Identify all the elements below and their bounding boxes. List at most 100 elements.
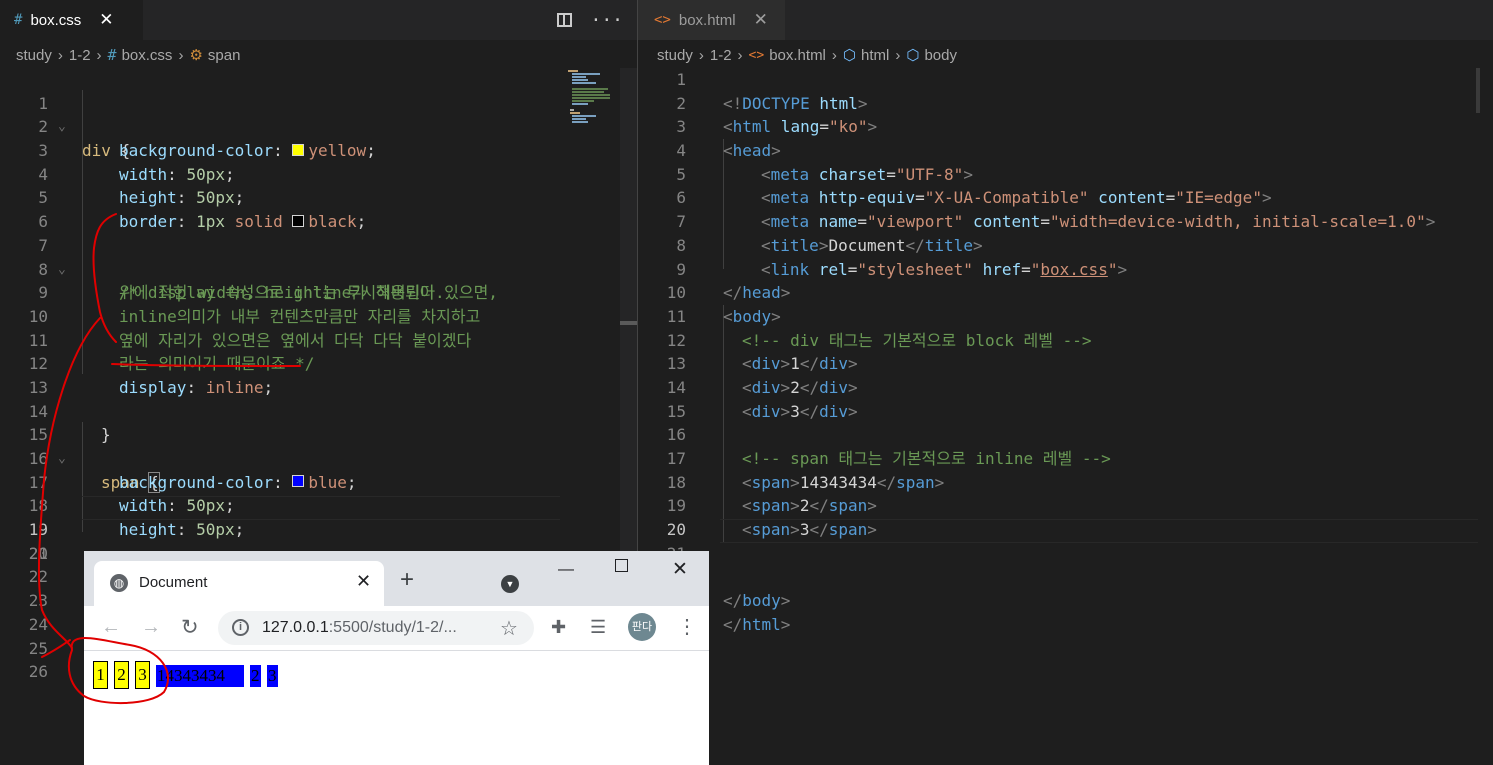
line-number: 18: [666, 472, 686, 492]
chevron-right-icon: ›: [698, 46, 704, 64]
code-line: 19 <span>3</span>: [638, 494, 1493, 539]
code-line: 12 <div>1</div>: [638, 329, 1493, 374]
globe-icon: ◍: [110, 574, 128, 592]
line-number: 24: [28, 614, 48, 634]
code-line: 15: [638, 400, 1493, 424]
tab-box-html[interactable]: <> box.html ✕: [638, 0, 785, 40]
close-icon[interactable]: ✕: [99, 10, 113, 30]
site-info-icon[interactable]: i: [232, 619, 249, 636]
forward-arrow-icon[interactable]: →: [141, 616, 161, 639]
extensions-puzzle-icon[interactable]: ✚: [551, 617, 566, 638]
breadcrumb-item[interactable]: study: [16, 47, 52, 64]
more-actions-icon[interactable]: ···: [590, 10, 623, 31]
minimize-icon[interactable]: —: [558, 561, 574, 579]
span-box: 3: [267, 665, 278, 687]
scrollbar-thumb[interactable]: [620, 321, 637, 325]
media-queue-icon[interactable]: ☰: [590, 617, 606, 638]
line-number: 20: [666, 520, 686, 540]
code-line: 2 <html lang="ko">: [638, 92, 1493, 137]
breadcrumb-item[interactable]: 1-2: [69, 47, 91, 64]
avatar[interactable]: 판다: [628, 613, 656, 641]
close-icon[interactable]: ✕: [754, 10, 768, 30]
split-editor-icon[interactable]: [557, 13, 573, 27]
chevron-right-icon: ›: [57, 46, 63, 64]
span-box: 2: [250, 665, 261, 687]
line-number: 13: [666, 354, 686, 374]
breadcrumb-item[interactable]: span: [208, 47, 241, 64]
browser-tab[interactable]: ◍ Document ✕: [94, 561, 384, 606]
code-line: 14 <div>3</div>: [638, 376, 1493, 421]
code-line: </body>: [723, 591, 791, 611]
code-line: 17 width: 50px;: [0, 447, 637, 516]
code-line: 18 height: 50px;: [0, 471, 637, 539]
code-line: 6 <meta name="viewport" content="width=d…: [638, 186, 1493, 231]
code-line: 3 width: 50px;: [0, 115, 637, 184]
line-number: 4: [676, 141, 686, 161]
span-box: 14343434: [156, 665, 244, 687]
line-number: 8: [676, 235, 686, 255]
code-area[interactable]: 1 <!DOCTYPE html> 2 <html lang="ko"> 3 <…: [638, 68, 1493, 634]
code-line: 9 </head>: [638, 258, 1493, 303]
line-number: 10: [666, 283, 686, 303]
browser-window: ◍ Document ✕ + ▼ — ✕ ← → ↻ i 127.0.0.1:5…: [84, 551, 709, 765]
line-number: 22: [28, 567, 48, 587]
close-window-icon[interactable]: ✕: [672, 558, 688, 581]
new-tab-button[interactable]: +: [400, 568, 414, 592]
tab-box-css[interactable]: # box.css ✕: [0, 0, 143, 40]
code-line: 20: [638, 518, 1493, 542]
maximize-icon[interactable]: [615, 559, 628, 572]
line-number: 21: [28, 543, 48, 563]
tab-label: box.css: [30, 11, 82, 29]
reload-icon[interactable]: ↻: [181, 615, 199, 640]
code-line: 13 <div>2</div>: [638, 352, 1493, 397]
minimap[interactable]: [560, 68, 622, 548]
code-line: 5 <meta http-equiv="X-UA-Compatible" con…: [638, 163, 1493, 208]
symbol-selector-icon: ⚙: [189, 47, 203, 64]
editor-actions: ···: [557, 0, 623, 40]
close-tab-icon[interactable]: ✕: [356, 571, 371, 592]
chevron-right-icon: ›: [831, 46, 837, 64]
line-number: 9: [676, 259, 686, 279]
html-file-icon: <>: [748, 47, 765, 63]
line-number: 7: [676, 212, 686, 232]
code-line: 7 ⌄ /* display 속성으로 inline가 적용되어 있으면,: [0, 210, 637, 302]
symbol-element-icon: ⬡: [906, 47, 920, 64]
code-line: 8 <link rel="stylesheet" href="box.css">: [638, 234, 1493, 279]
code-line: 13: [0, 352, 637, 397]
code-line: 17 <span>14343434</span>: [638, 447, 1493, 492]
code-line: 16 background-color: blue;: [0, 423, 637, 492]
breadcrumb-item[interactable]: html: [861, 47, 889, 64]
div-box: 1: [93, 661, 108, 689]
code-line: </html>: [723, 614, 791, 634]
chevron-right-icon: ›: [178, 46, 184, 64]
code-line: 2 background-color: yellow;: [0, 92, 637, 160]
chevron-right-icon: ›: [895, 46, 901, 64]
browser-toolbar: ← → ↻ i 127.0.0.1:5500/study/1-2/... ☆ ✚…: [84, 606, 709, 651]
menu-dots-icon[interactable]: ⋮: [677, 614, 697, 639]
browser-tab-title: Document: [139, 574, 208, 591]
html-editor-pane: <> box.html ✕ study › 1-2 › <> box.html …: [638, 0, 1493, 765]
breadcrumb-item[interactable]: box.html: [769, 47, 826, 64]
breadcrumb-item[interactable]: 1-2: [710, 47, 732, 64]
code-line: 20 }: [0, 518, 637, 591]
tab-label: box.html: [678, 11, 736, 29]
tab-search-icon[interactable]: ▼: [501, 575, 519, 593]
line-number: 25: [28, 638, 48, 658]
code-line: 1 <!DOCTYPE html>: [638, 68, 1493, 113]
code-line: 14 }: [0, 376, 637, 445]
breadcrumb-item[interactable]: study: [657, 47, 693, 64]
line-number: 11: [666, 306, 686, 326]
div-box: 3: [135, 661, 150, 689]
back-arrow-icon[interactable]: ←: [101, 616, 121, 639]
minimap[interactable]: [1476, 68, 1480, 113]
page-content: 1 2 3 14343434 2 3: [84, 652, 709, 765]
line-number: 14: [666, 377, 686, 397]
breadcrumb-item[interactable]: body: [924, 47, 957, 64]
breadcrumb-item[interactable]: box.css: [122, 47, 173, 64]
line-number: 3: [676, 117, 686, 137]
line-number: 2: [676, 93, 686, 113]
line-number: 23: [28, 591, 48, 611]
bookmark-star-icon[interactable]: ☆: [500, 616, 518, 641]
address-bar[interactable]: i 127.0.0.1:5500/study/1-2/... ☆: [218, 611, 534, 645]
html-file-icon: <>: [654, 12, 671, 28]
